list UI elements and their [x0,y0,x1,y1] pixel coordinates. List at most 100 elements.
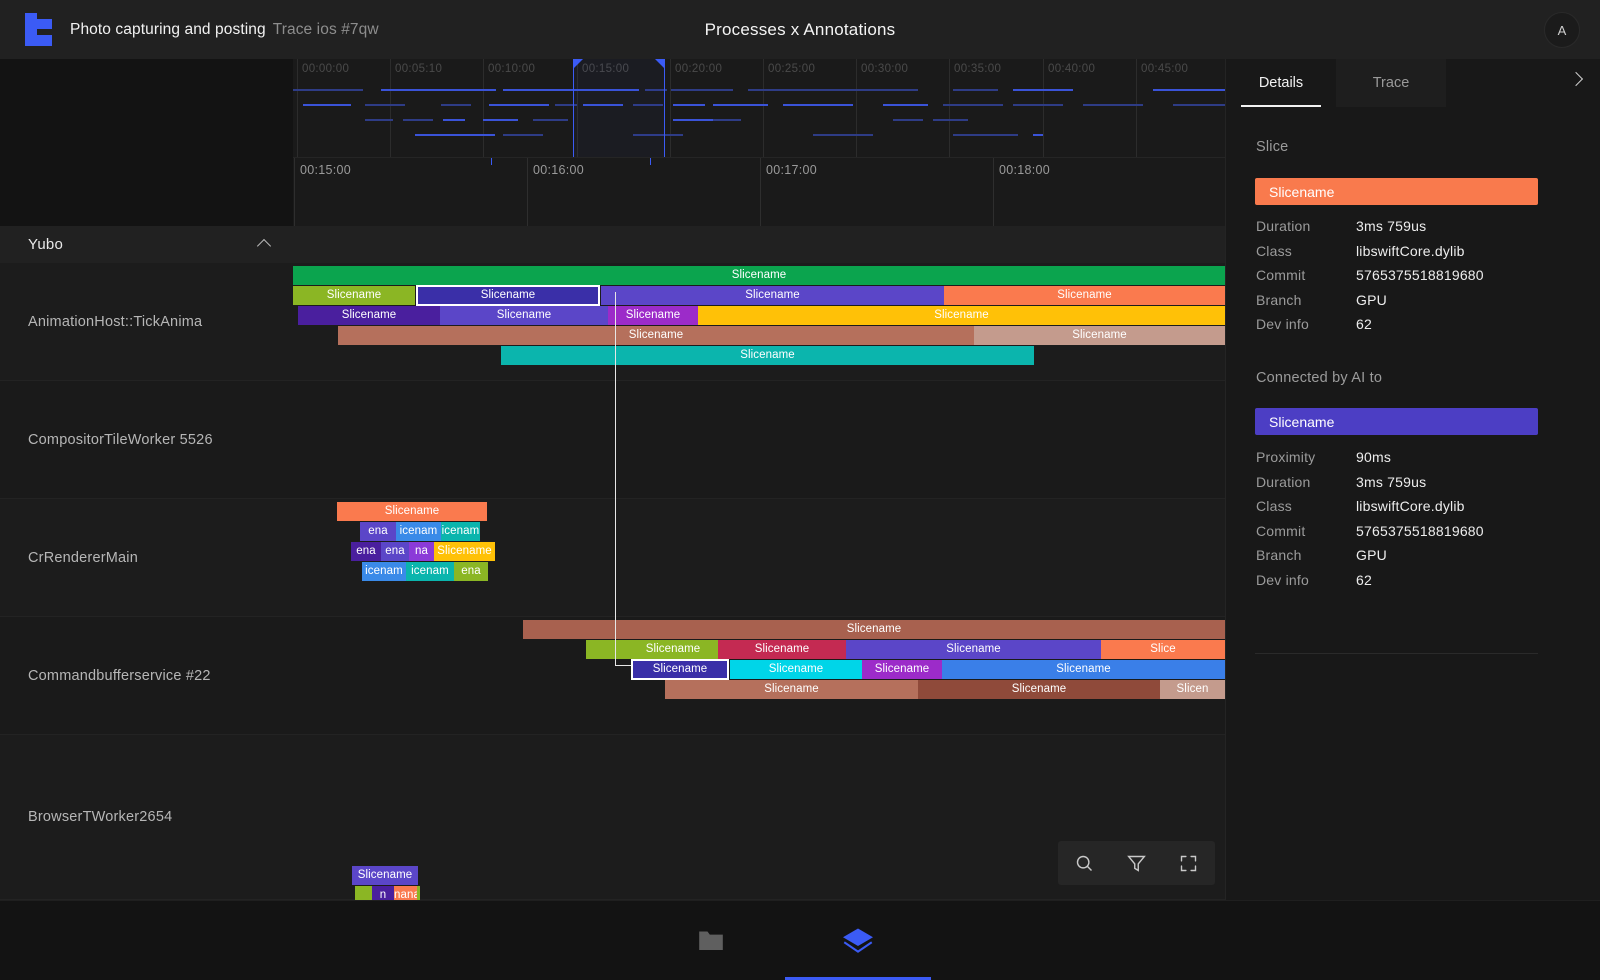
slice[interactable]: nana [394,886,417,900]
slice[interactable] [417,886,420,900]
overview-activity-segment [783,104,853,106]
slice[interactable]: Slicen [1160,680,1225,699]
slice[interactable]: n [372,886,394,900]
overview-activity-segment [748,89,918,91]
ruler-marker [650,158,651,165]
slice[interactable]: icenam [441,522,480,541]
timeline-overview[interactable]: 00:00:00 00:05:10 00:10:00 00:15:00 00:20:00… [293,59,1225,157]
overview-handle-right[interactable] [655,59,664,68]
tab-trace[interactable]: Trace [1336,59,1446,107]
process-group-name: Yubo [28,236,63,253]
slice-section-title: Slice [1256,139,1288,155]
property-key: Class [1256,243,1292,259]
overview-activity-segment [933,119,968,121]
layers-icon [841,926,875,956]
slice[interactable]: Slicename [698,306,1225,325]
timeline-ruler[interactable]: 00:15:00 00:16:00 00:17:00 00:18:00 [293,157,1225,226]
tab-details[interactable]: Details [1226,59,1336,107]
slice[interactable]: Slicename [608,306,698,325]
document-title: Photo capturing and posting [70,21,266,39]
overview-activity-segment [443,119,465,121]
track-label-compositortileworker-5526[interactable]: CompositorTileWorker 5526 [0,381,293,499]
slice-name-chip[interactable]: Slicename [1255,178,1538,205]
slice[interactable]: Slicename [523,620,1225,639]
chevron-up-icon[interactable] [259,237,273,251]
perfetto-logo-icon [18,13,52,46]
slice[interactable]: Slicename [293,286,415,305]
ruler-tick-label: 00:15:00 [294,163,351,177]
details-tabs: Details Trace [1226,59,1600,107]
filter-icon[interactable] [1116,843,1156,883]
slice[interactable] [586,640,628,659]
left-rail-spacer [0,59,293,226]
overview-activity-segment [1033,134,1043,136]
ruler-tick-label: 00:18:00 [993,163,1050,177]
slice[interactable]: Slicename [718,640,846,659]
property-key: Dev info [1256,316,1309,332]
slice[interactable]: Slicename [601,286,944,305]
overview-activity-segment [365,104,405,106]
connected-slice-chip[interactable]: Slicename [1255,408,1538,435]
slice[interactable]: icenam [396,522,441,541]
slice[interactable]: Slicename [337,502,487,521]
overview-traces [293,89,1225,157]
overview-activity-segment [671,89,733,91]
slice[interactable]: Slicename [338,326,974,345]
search-icon[interactable] [1064,843,1104,883]
property-value: 3ms 759us [1356,474,1426,490]
slice[interactable]: na [409,542,434,561]
slice[interactable]: Slicename [942,660,1225,679]
overview-selection-window[interactable] [573,59,665,157]
slice[interactable]: Slicename [665,680,918,699]
process-group-header[interactable]: Yubo [0,226,1225,263]
property-value: libswiftCore.dylib [1356,243,1465,259]
overview-handle-left[interactable] [574,59,583,68]
slice[interactable]: Slicename [298,306,440,325]
overview-activity-segment [1013,89,1073,91]
slice[interactable]: Slicename [730,660,862,679]
slice[interactable]: ena [351,542,381,561]
slice[interactable]: ena [360,522,396,541]
app-header: Photo capturing and posting Trace ios #7… [0,0,1600,59]
slice[interactable] [355,886,372,900]
nav-layers[interactable] [785,901,931,980]
slice-selected[interactable]: Slicename [417,286,599,305]
track-band[interactable] [293,381,1225,499]
slice[interactable]: icenam [406,562,454,581]
overview-tick-label: 00:20:00 [670,63,722,75]
slice[interactable]: ena [381,542,409,561]
overview-tick-label: 00:40:00 [1043,63,1095,75]
track-label-crrenderermain[interactable]: CrRendererMain [0,499,293,617]
panel-divider [1255,653,1538,654]
slice[interactable]: Slice [1101,640,1225,659]
slice[interactable]: Slicename [846,640,1101,659]
track-label-browsertworker2654[interactable]: BrowserTWorker2654 [0,735,293,900]
overview-activity-segment [953,134,1018,136]
slice[interactable]: ena [454,562,488,581]
nav-folder[interactable] [638,901,784,980]
slice[interactable]: Slicename [293,266,1225,285]
slice[interactable]: Slicename [352,866,418,885]
slice[interactable]: Slicename [440,306,608,325]
slice-selected[interactable]: Slicename [632,660,728,679]
slice[interactable]: Slicename [501,346,1034,365]
property-value: 62 [1356,572,1372,588]
slice-canvas[interactable]: Slicename Slicename Slicename Slicename Slic… [293,263,1225,900]
document-subtitle: Trace ios #7qw [273,21,379,39]
app-logo[interactable] [0,13,70,46]
track-label-animationhost-tickanima[interactable]: AnimationHost::TickAnima [0,263,293,381]
track-label-commandbufferservice-22[interactable]: Commandbufferservice #22 [0,617,293,735]
slice[interactable]: Slicename [974,326,1225,345]
ai-connector-line [615,292,616,666]
track-name: BrowserTWorker2654 [28,809,172,825]
slice[interactable]: icenam [362,562,406,581]
slice[interactable]: Slicename [918,680,1160,699]
chevron-right-icon[interactable] [1570,73,1582,85]
slice[interactable]: Slicename [628,640,718,659]
avatar[interactable]: A [1544,12,1580,48]
slice[interactable]: Slicename [862,660,942,679]
slice[interactable]: Slicename [944,286,1225,305]
slice[interactable]: Slicename [434,542,495,561]
expand-selection-icon[interactable] [1169,843,1209,883]
overview-activity-segment [1013,104,1063,106]
